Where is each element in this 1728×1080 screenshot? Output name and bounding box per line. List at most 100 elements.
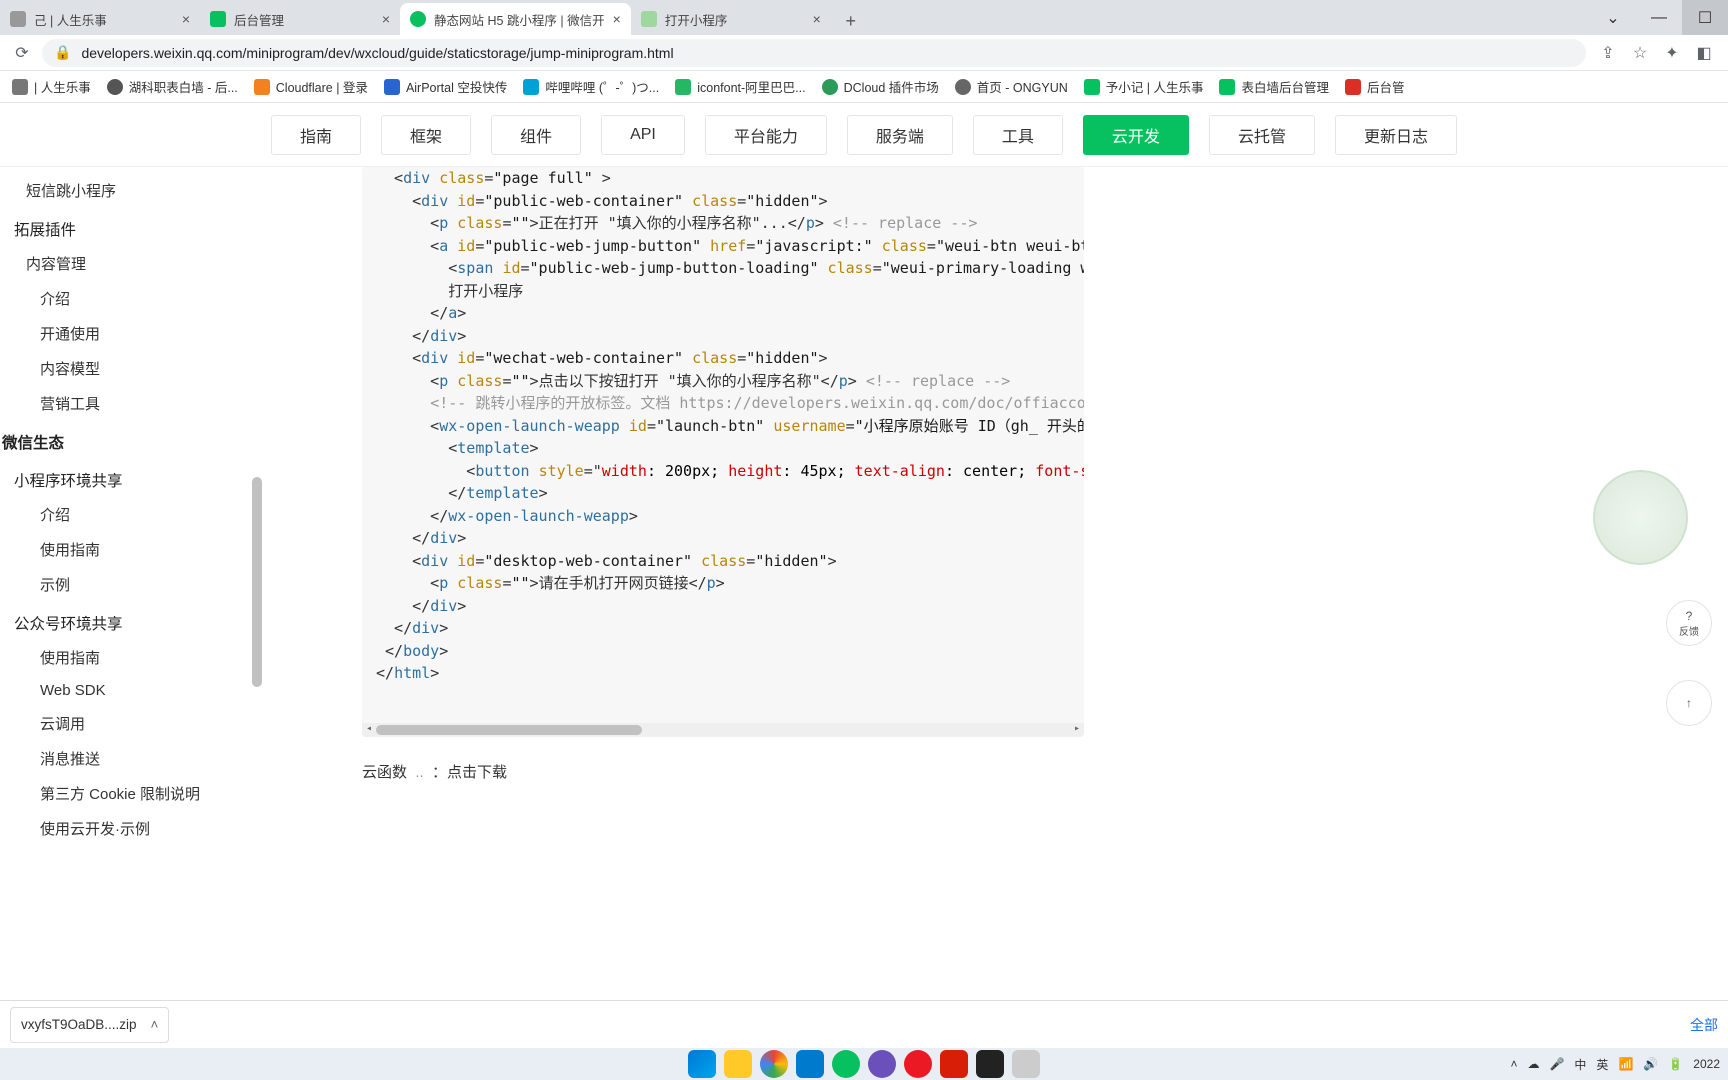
bookmark-label: 后台管 bbox=[1367, 77, 1405, 96]
bookmark-item[interactable]: Cloudflare | 登录 bbox=[246, 73, 376, 101]
bookmark-item[interactable]: 后台管 bbox=[1337, 73, 1413, 101]
new-tab-button[interactable]: + bbox=[837, 7, 865, 35]
app-icon[interactable] bbox=[868, 1050, 896, 1078]
volume-icon[interactable]: 🔊 bbox=[1643, 1057, 1658, 1071]
sidebar-heading[interactable]: 小程序环境共享 bbox=[0, 459, 262, 497]
sidebar[interactable]: 短信跳小程序 拓展插件 内容管理 介绍 开通使用 内容模型 营销工具 微信生态 … bbox=[0, 167, 262, 1000]
code-horizontal-scrollbar[interactable]: ◂ ▸ bbox=[362, 723, 1084, 737]
nav-tools[interactable]: 工具 bbox=[973, 115, 1063, 155]
bookmark-item[interactable]: 首页 - ONGYUN bbox=[947, 73, 1076, 101]
sidebar-item[interactable]: 介绍 bbox=[0, 497, 262, 532]
mascot-avatar[interactable] bbox=[1593, 470, 1688, 565]
share-icon[interactable]: ⇪ bbox=[1592, 37, 1624, 69]
app-icon[interactable] bbox=[1012, 1050, 1040, 1078]
clock[interactable]: 2022 bbox=[1693, 1057, 1720, 1071]
scroll-right-icon[interactable]: ▸ bbox=[1070, 723, 1084, 737]
download-item[interactable]: vxyfsT9OaDB....zip ˄ bbox=[10, 1007, 169, 1043]
tabs-dropdown-icon[interactable]: ⌄ bbox=[1590, 0, 1636, 35]
ime-indicator[interactable]: 中 bbox=[1574, 1056, 1586, 1073]
nav-cloud-dev[interactable]: 云开发 bbox=[1083, 115, 1189, 155]
bookmark-item[interactable]: | 人生乐事 bbox=[4, 73, 99, 101]
nav-changelog[interactable]: 更新日志 bbox=[1335, 115, 1457, 155]
sidebar-item[interactable]: 使用云开发·示例 bbox=[0, 811, 262, 846]
start-button[interactable] bbox=[688, 1050, 716, 1078]
scrollbar-thumb[interactable] bbox=[252, 477, 262, 687]
close-icon[interactable]: × bbox=[382, 11, 390, 27]
nav-cloud-host[interactable]: 云托管 bbox=[1209, 115, 1315, 155]
scroll-left-icon[interactable]: ◂ bbox=[362, 723, 376, 737]
nav-platform[interactable]: 平台能力 bbox=[705, 115, 827, 155]
reload-icon[interactable]: ⟳ bbox=[8, 39, 36, 67]
browser-tab[interactable]: 后台管理 × bbox=[200, 3, 400, 35]
window-minimize-button[interactable]: — bbox=[1636, 0, 1682, 35]
sidebar-item[interactable]: 开通使用 bbox=[0, 316, 262, 351]
app-icon[interactable] bbox=[976, 1050, 1004, 1078]
sidebar-item[interactable]: 短信跳小程序 bbox=[0, 173, 262, 208]
mic-icon[interactable]: 🎤 bbox=[1549, 1057, 1564, 1071]
sidebar-item[interactable]: Web SDK bbox=[0, 675, 262, 706]
sidebar-item[interactable]: 介绍 bbox=[0, 281, 262, 316]
sidebar-scrollbar[interactable] bbox=[250, 167, 262, 1000]
sidebar-item[interactable]: 内容模型 bbox=[0, 351, 262, 386]
bookmark-icon bbox=[384, 79, 400, 95]
url-input[interactable]: 🔒 developers.weixin.qq.com/miniprogram/d… bbox=[42, 39, 1586, 67]
tray-chevron-icon[interactable]: ˄ bbox=[1510, 1057, 1517, 1071]
bookmark-item[interactable]: 哔哩哔哩 (゜-゜)つ... bbox=[515, 73, 667, 101]
sidebar-item[interactable]: 第三方 Cookie 限制说明 bbox=[0, 776, 262, 811]
sidebar-heading[interactable]: 微信生态 bbox=[0, 421, 262, 459]
sidebar-item[interactable]: 示例 bbox=[0, 567, 262, 602]
scroll-top-button[interactable]: ↑ bbox=[1666, 680, 1712, 726]
bookmark-item[interactable]: 湖科职表白墙 - 后... bbox=[99, 73, 246, 101]
netease-music-icon[interactable] bbox=[940, 1050, 968, 1078]
chrome-icon[interactable] bbox=[760, 1050, 788, 1078]
vscode-icon[interactable] bbox=[796, 1050, 824, 1078]
sidepanel-icon[interactable]: ◧ bbox=[1688, 37, 1720, 69]
code-block[interactable]: <div class="page full" > <div id="public… bbox=[362, 167, 1084, 737]
nav-component[interactable]: 组件 bbox=[491, 115, 581, 155]
explorer-icon[interactable] bbox=[724, 1050, 752, 1078]
feedback-button[interactable]: ?反馈 bbox=[1666, 600, 1712, 646]
qq-icon[interactable] bbox=[904, 1050, 932, 1078]
battery-icon[interactable]: 🔋 bbox=[1668, 1057, 1683, 1071]
bookmark-item[interactable]: 表白墙后台管理 bbox=[1211, 73, 1337, 101]
bookmark-item[interactable]: DCloud 插件市场 bbox=[814, 73, 947, 101]
bookmark-item[interactable]: iconfont-阿里巴巴... bbox=[667, 73, 813, 101]
close-icon[interactable]: × bbox=[613, 11, 621, 27]
sidebar-heading[interactable]: 拓展插件 bbox=[0, 208, 262, 246]
sidebar-item[interactable]: 营销工具 bbox=[0, 386, 262, 421]
nav-guide[interactable]: 指南 bbox=[271, 115, 361, 155]
tab-title: 后台管理 bbox=[234, 10, 374, 29]
window-maximize-button[interactable]: ☐ bbox=[1682, 0, 1728, 35]
bookmark-icon bbox=[955, 79, 971, 95]
star-icon[interactable]: ☆ bbox=[1624, 37, 1656, 69]
close-icon[interactable]: × bbox=[813, 11, 821, 27]
bookmark-label: 表白墙后台管理 bbox=[1241, 77, 1329, 96]
wechat-icon[interactable] bbox=[832, 1050, 860, 1078]
browser-tab[interactable]: 打开小程序× bbox=[631, 3, 831, 35]
onedrive-icon[interactable]: ☁ bbox=[1527, 1057, 1539, 1071]
nav-api[interactable]: API bbox=[601, 115, 685, 155]
sidebar-heading[interactable]: 公众号环境共享 bbox=[0, 602, 262, 640]
bookmark-item[interactable]: AirPortal 空投快传 bbox=[376, 73, 515, 101]
extensions-icon[interactable]: ✦ bbox=[1656, 37, 1688, 69]
wifi-icon[interactable]: 📶 bbox=[1618, 1057, 1633, 1071]
scrollbar-thumb[interactable] bbox=[376, 725, 642, 735]
nav-server[interactable]: 服务端 bbox=[847, 115, 953, 155]
browser-tab[interactable]: 己 | 人生乐事× bbox=[0, 3, 200, 35]
nav-framework[interactable]: 框架 bbox=[381, 115, 471, 155]
window-controls: ⌄ — ☐ bbox=[1590, 0, 1728, 35]
sidebar-item[interactable]: 云调用 bbox=[0, 706, 262, 741]
chevron-up-icon[interactable]: ˄ bbox=[151, 1017, 159, 1032]
sidebar-item[interactable]: 内容管理 bbox=[0, 246, 262, 281]
ime-indicator[interactable]: 英 bbox=[1596, 1056, 1608, 1073]
close-icon[interactable]: × bbox=[182, 11, 190, 27]
system-tray: ˄ ☁ 🎤 中 英 📶 🔊 🔋 2022 bbox=[1510, 1056, 1720, 1073]
tab-title: 静态网站 H5 跳小程序 | 微信开 bbox=[434, 10, 605, 29]
sidebar-item[interactable]: 消息推送 bbox=[0, 741, 262, 776]
show-all-downloads[interactable]: 全部 bbox=[1690, 1015, 1718, 1035]
sidebar-item[interactable]: 使用指南 bbox=[0, 640, 262, 675]
bookmark-icon bbox=[1084, 79, 1100, 95]
bookmark-item[interactable]: 予小记 | 人生乐事 bbox=[1076, 73, 1212, 101]
browser-tab-active[interactable]: 静态网站 H5 跳小程序 | 微信开 × bbox=[400, 3, 631, 35]
sidebar-item[interactable]: 使用指南 bbox=[0, 532, 262, 567]
